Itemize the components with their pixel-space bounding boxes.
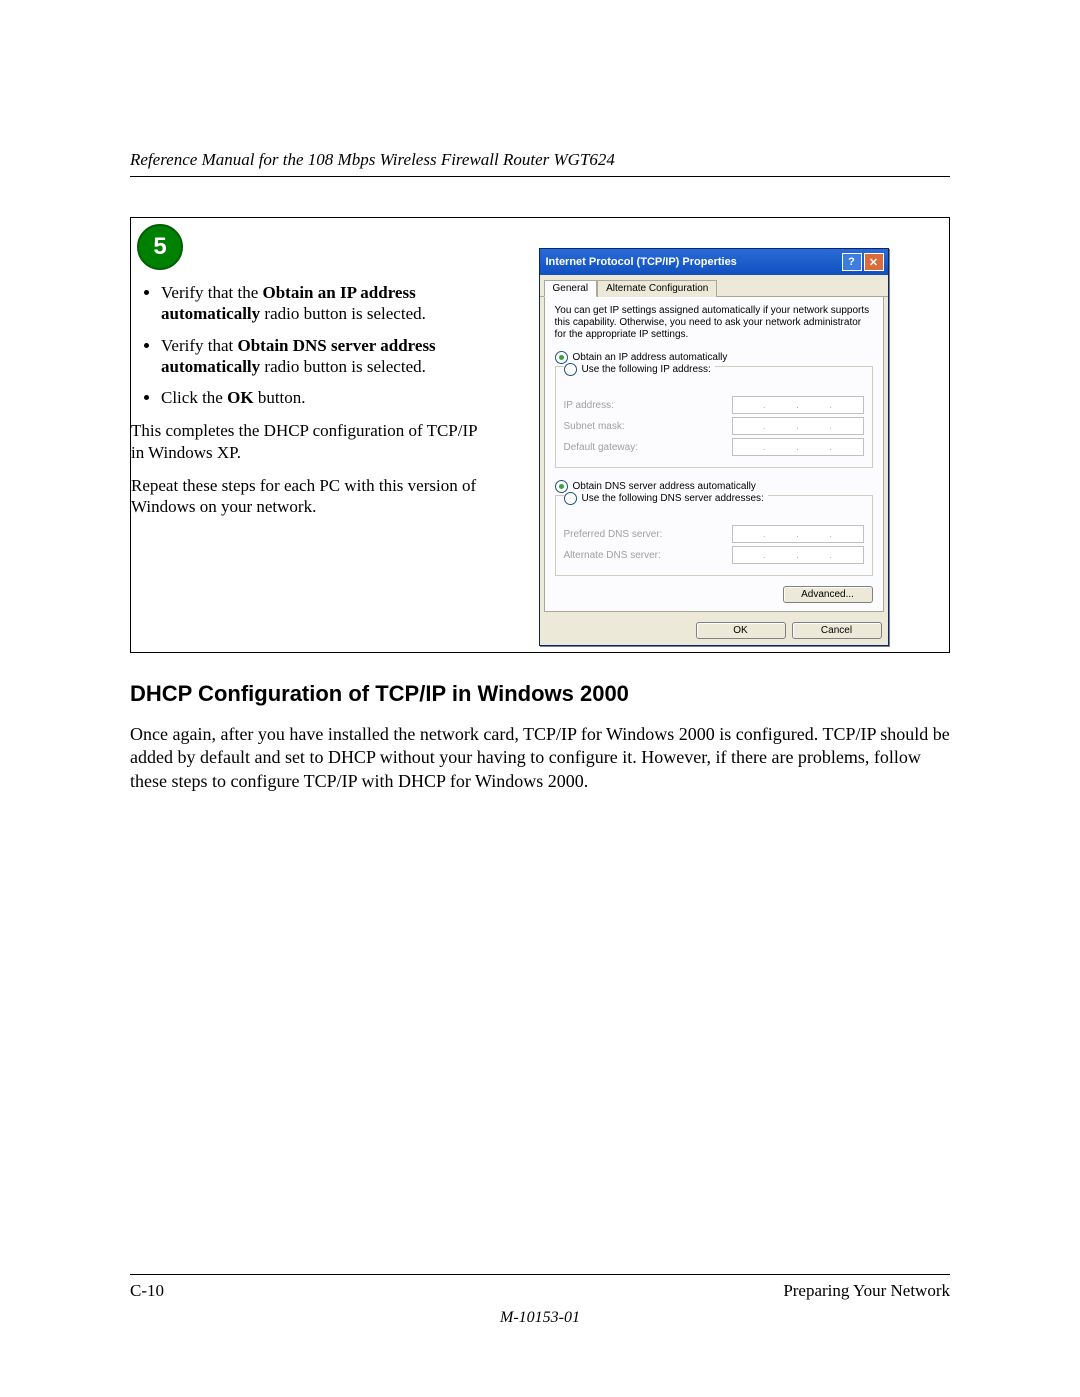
ok-button[interactable]: OK (696, 622, 786, 639)
manual-title: Reference Manual for the 108 Mbps Wirele… (130, 150, 950, 170)
bullet-click-ok: Click the OK button. (161, 387, 478, 408)
step-para-complete: This completes the DHCP configuration of… (131, 420, 478, 463)
step-number-badge: 5 (137, 224, 183, 270)
radio-icon (564, 363, 577, 376)
radio-use-following-dns[interactable]: Use the following DNS server addresses: (564, 492, 768, 505)
field-default-gateway: Default gateway: ... (564, 438, 864, 456)
section-heading: DHCP Configuration of TCP/IP in Windows … (130, 681, 950, 707)
radio-use-following-ip[interactable]: Use the following IP address: (564, 363, 715, 376)
footer-rule (130, 1274, 950, 1275)
section-name: Preparing Your Network (783, 1281, 950, 1301)
step-instructions: 5 Verify that the Obtain an IP address a… (131, 218, 478, 652)
header-rule (130, 176, 950, 177)
close-button[interactable]: ✕ (864, 253, 884, 271)
dialog-title: Internet Protocol (TCP/IP) Properties (546, 256, 737, 268)
subnet-mask-input[interactable]: ... (732, 417, 864, 435)
section-body: Once again, after you have installed the… (130, 723, 950, 793)
page-number: C-10 (130, 1281, 164, 1301)
tcpip-properties-dialog: Internet Protocol (TCP/IP) Properties ? … (539, 248, 889, 646)
alternate-dns-input[interactable]: ... (732, 546, 864, 564)
page-footer: C-10 Preparing Your Network M-10153-01 (130, 1274, 950, 1327)
step-5-container: 5 Verify that the Obtain an IP address a… (130, 217, 950, 653)
cancel-button[interactable]: Cancel (792, 622, 882, 639)
dialog-description: You can get IP settings assigned automat… (555, 305, 873, 341)
bullet-verify-ip: Verify that the Obtain an IP address aut… (161, 282, 478, 325)
field-ip-address: IP address: ... (564, 396, 864, 414)
tab-alternate-config[interactable]: Alternate Configuration (597, 280, 717, 297)
help-button[interactable]: ? (842, 253, 862, 271)
field-subnet-mask: Subnet mask: ... (564, 417, 864, 435)
step-para-repeat: Repeat these steps for each PC with this… (131, 475, 478, 518)
preferred-dns-input[interactable]: ... (732, 525, 864, 543)
manual-dns-group: Use the following DNS server addresses: … (555, 495, 873, 576)
radio-icon (564, 492, 577, 505)
doc-code: M-10153-01 (130, 1309, 950, 1327)
default-gateway-input[interactable]: ... (732, 438, 864, 456)
advanced-button[interactable]: Advanced... (783, 586, 873, 603)
tab-body: You can get IP settings assigned automat… (544, 297, 884, 612)
screenshot-container: Internet Protocol (TCP/IP) Properties ? … (478, 218, 949, 652)
tab-general[interactable]: General (544, 280, 598, 297)
field-preferred-dns: Preferred DNS server: ... (564, 525, 864, 543)
manual-ip-group: Use the following IP address: IP address… (555, 366, 873, 468)
bullet-verify-dns: Verify that Obtain DNS server address au… (161, 335, 478, 378)
tab-strip: General Alternate Configuration (540, 275, 888, 297)
dialog-titlebar: Internet Protocol (TCP/IP) Properties ? … (540, 249, 888, 275)
ip-address-input[interactable]: ... (732, 396, 864, 414)
field-alternate-dns: Alternate DNS server: ... (564, 546, 864, 564)
